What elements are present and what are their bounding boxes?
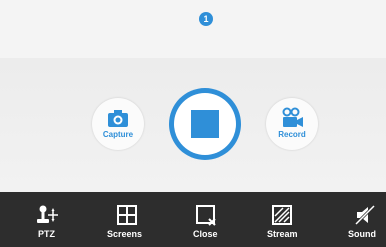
toolbar-item-screens[interactable]: Screens [102, 192, 152, 247]
stop-square-icon [191, 110, 219, 138]
bottom-toolbar: PTZ Screens Close Stream Sound [0, 192, 386, 247]
toolbar-item-close[interactable]: Close [186, 192, 226, 247]
capture-label: Capture [102, 130, 134, 139]
toolbar-label-screens: Screens [107, 229, 143, 239]
record-button[interactable]: Record [266, 98, 318, 150]
stop-button-inner [174, 93, 236, 155]
capture-button[interactable]: Capture [92, 98, 144, 150]
close-window-icon [196, 205, 216, 226]
ptz-joystick-icon [37, 205, 58, 223]
stop-recording-button[interactable] [169, 88, 241, 160]
page-indicator-dot[interactable]: 1 [199, 12, 213, 26]
toolbar-label-ptz: PTZ [38, 229, 55, 239]
video-camera-icon [282, 107, 303, 127]
grid-layout-icon [117, 205, 137, 225]
stream-icon [272, 205, 292, 225]
toolbar-item-sound[interactable]: Sound [342, 192, 386, 247]
toolbar-label-sound: Sound [348, 229, 376, 239]
camera-icon [108, 110, 128, 127]
record-label: Record [278, 130, 306, 139]
sound-muted-icon [354, 204, 376, 226]
toolbar-label-stream: Stream [267, 229, 298, 239]
toolbar-label-close: Close [193, 229, 218, 239]
top-area: 1 [0, 0, 386, 58]
toolbar-item-stream[interactable]: Stream [262, 192, 306, 247]
toolbar-item-ptz[interactable]: PTZ [30, 192, 70, 247]
